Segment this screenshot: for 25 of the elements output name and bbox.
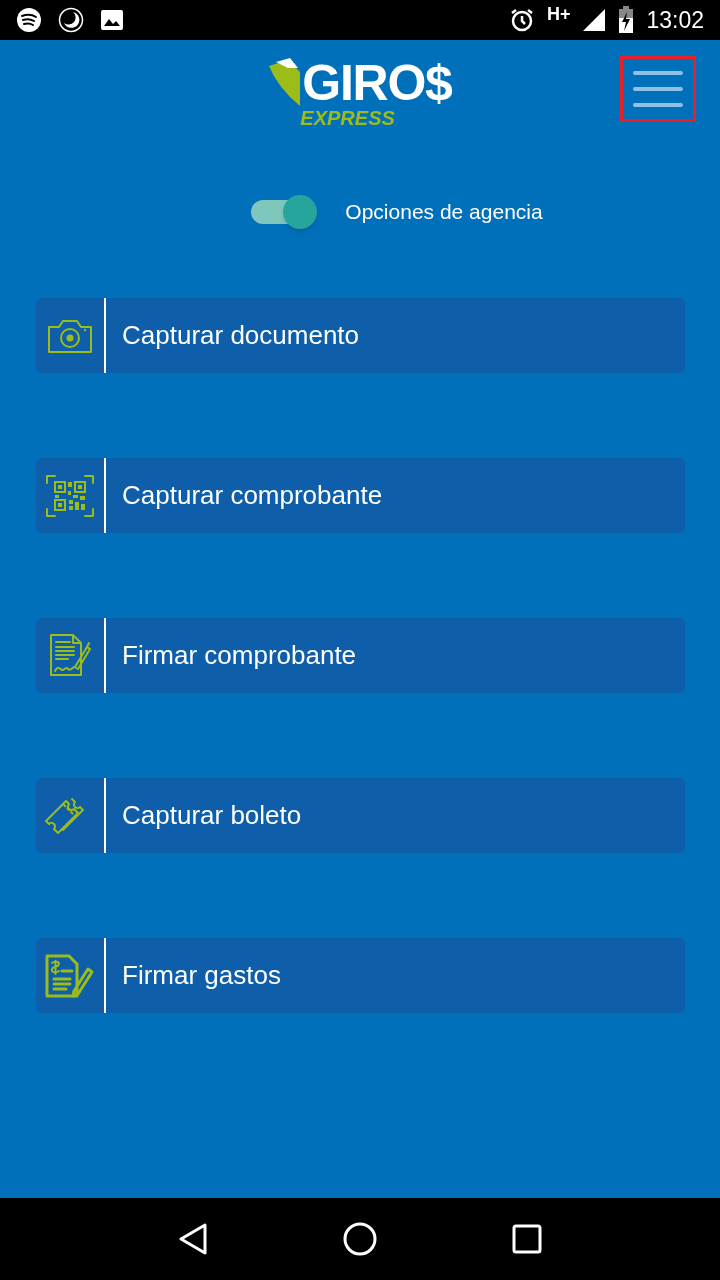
image-icon [100, 9, 124, 31]
signed-document-icon [47, 632, 93, 679]
action-button[interactable]: Capturar documento [36, 298, 685, 373]
expense-document-icon [44, 952, 96, 999]
logo-leaf-icon [268, 58, 303, 108]
battery-charging-icon [618, 6, 635, 34]
clock-time: 13:02 [646, 5, 704, 35]
recent-apps-icon[interactable] [512, 1224, 543, 1254]
logo-name: GIRO$ [302, 58, 452, 108]
action-button[interactable]: Firmar comprobante [36, 618, 685, 693]
action-button[interactable]: Capturar comprobante [36, 458, 685, 533]
action-button[interactable]: Capturar boleto [36, 778, 685, 853]
agency-toggle[interactable] [249, 194, 318, 230]
back-icon[interactable] [177, 1223, 208, 1255]
menu-button[interactable] [620, 56, 696, 122]
music-app-icon [16, 7, 42, 33]
home-icon[interactable] [343, 1222, 377, 1256]
signal-icon [582, 8, 607, 32]
toggle-label: Opciones de agencia [345, 199, 543, 226]
qr-code-icon [45, 472, 95, 519]
action-button[interactable]: Firmar gastos [36, 938, 685, 1013]
network-type: H+ [546, 2, 571, 26]
menu-icon [633, 70, 683, 108]
moon-icon [58, 7, 84, 33]
logo-tagline: EXPRESS [300, 108, 395, 128]
